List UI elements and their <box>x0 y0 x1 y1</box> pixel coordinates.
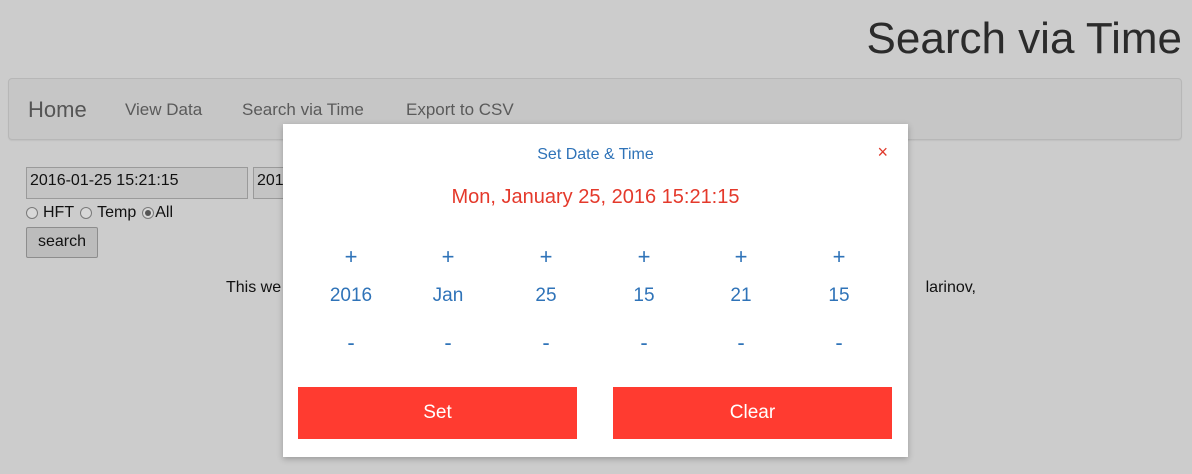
minute-increment-button[interactable]: + <box>701 242 781 272</box>
day-column: + 25 - <box>506 242 586 358</box>
day-decrement-button[interactable]: - <box>506 328 586 358</box>
day-increment-button[interactable]: + <box>506 242 586 272</box>
radio-temp[interactable] <box>80 207 93 219</box>
hour-increment-button[interactable]: + <box>604 242 684 272</box>
clear-button[interactable]: Clear <box>613 387 892 439</box>
footer-text-right: larinov, <box>925 279 976 296</box>
nav-home-link[interactable]: Home <box>28 97 87 123</box>
datetime-picker-modal: Set Date & Time × Mon, January 25, 2016 … <box>283 124 908 457</box>
nav-view-data-link[interactable]: View Data <box>125 100 202 120</box>
second-increment-button[interactable]: + <box>799 242 879 272</box>
type-radio-group: HFT Temp All <box>26 203 179 223</box>
month-value: Jan <box>432 285 464 306</box>
year-increment-button[interactable]: + <box>311 242 391 272</box>
modal-title: Set Date & Time <box>537 146 654 163</box>
selected-datetime: Mon, January 25, 2016 15:21:15 <box>451 186 740 208</box>
radio-all-label: All <box>155 204 174 221</box>
nav-export-csv-link[interactable]: Export to CSV <box>406 100 514 120</box>
minute-column: + 21 - <box>701 242 781 358</box>
radio-hft-label: HFT <box>43 204 75 221</box>
footer-text-left: This we <box>226 279 282 296</box>
hour-column: + 15 - <box>604 242 684 358</box>
from-date-input[interactable]: 2016-01-25 15:21:15 <box>26 167 248 199</box>
second-value: 15 <box>828 285 850 306</box>
hour-decrement-button[interactable]: - <box>604 328 684 358</box>
radio-hft[interactable] <box>26 207 38 219</box>
second-decrement-button[interactable]: - <box>799 328 879 358</box>
page-title: Search via Time <box>866 14 1182 63</box>
minute-decrement-button[interactable]: - <box>701 328 781 358</box>
year-decrement-button[interactable]: - <box>311 328 391 358</box>
year-value: 2016 <box>329 285 373 306</box>
second-column: + 15 - <box>799 242 879 358</box>
month-increment-button[interactable]: + <box>408 242 488 272</box>
search-button[interactable]: search <box>26 227 98 258</box>
close-icon[interactable]: × <box>877 142 888 163</box>
month-decrement-button[interactable]: - <box>408 328 488 358</box>
radio-temp-label: Temp <box>97 204 137 221</box>
month-column: + Jan - <box>408 242 488 358</box>
radio-all[interactable] <box>142 207 155 219</box>
set-button[interactable]: Set <box>298 387 577 439</box>
year-column: + 2016 - <box>311 242 391 358</box>
nav-search-via-time-link[interactable]: Search via Time <box>242 100 364 120</box>
day-value: 25 <box>535 285 557 306</box>
minute-value: 21 <box>730 285 752 306</box>
hour-value: 15 <box>633 285 655 306</box>
